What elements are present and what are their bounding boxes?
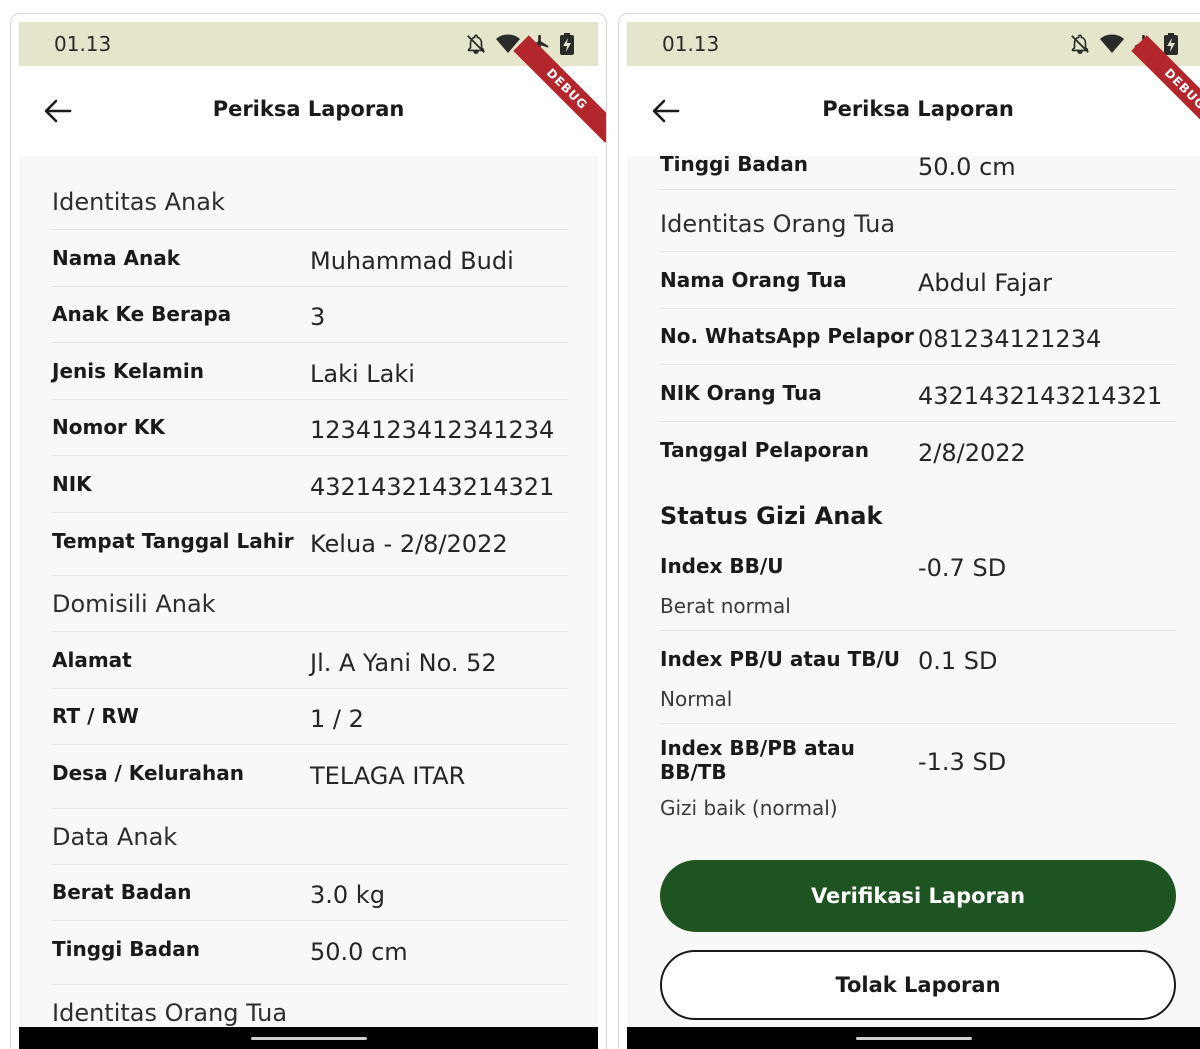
row-value: 3 bbox=[310, 303, 326, 332]
row-label: Nama Anak bbox=[52, 245, 181, 270]
detail-row: Nama Anak Muhammad Budi bbox=[52, 230, 568, 287]
home-gesture-handle[interactable] bbox=[855, 1037, 972, 1040]
battery-charging-icon bbox=[1164, 33, 1178, 55]
page-title: Periksa Laporan bbox=[822, 97, 1014, 121]
row-label: NIK bbox=[52, 471, 92, 496]
section-title-data-anak: Data Anak bbox=[52, 809, 568, 865]
section-title-identitas-orang-tua: Identitas Orang Tua bbox=[660, 196, 1176, 252]
row-label: Berat Badan bbox=[52, 880, 192, 905]
system-navigation-bar bbox=[627, 1027, 1200, 1049]
detail-row: Jenis Kelamin Laki Laki bbox=[52, 343, 568, 400]
index-description: Berat normal bbox=[660, 594, 791, 618]
row-label: Tinggi Badan bbox=[660, 156, 808, 176]
detail-row: Nomor KK 1234123412341234 bbox=[52, 400, 568, 456]
row-value: Kelua - 2/8/2022 bbox=[310, 529, 508, 558]
page-title: Periksa Laporan bbox=[212, 97, 405, 121]
notifications-off-icon bbox=[1071, 34, 1089, 54]
detail-row: NIK Orang Tua 4321432143214321 bbox=[660, 365, 1176, 422]
row-value: TELAGA ITAR bbox=[310, 762, 466, 791]
home-gesture-handle[interactable] bbox=[250, 1037, 367, 1040]
detail-row: Tinggi Badan 50.0 cm bbox=[52, 921, 568, 978]
row-value: Abdul Fajar bbox=[918, 268, 1052, 297]
status-bar: 01.13 bbox=[627, 22, 1200, 66]
detail-row: NIK 4321432143214321 bbox=[52, 456, 568, 513]
section-title-identitas-orang-tua: Identitas Orang Tua bbox=[52, 985, 568, 1030]
row-value: 1 / 2 bbox=[310, 705, 364, 734]
index-value: 0.1 SD bbox=[918, 647, 998, 675]
row-value: 3.0 kg bbox=[310, 881, 385, 910]
nutrition-index-item: Index BB/PB atau BB/TB -1.3 SD Gizi baik … bbox=[660, 724, 1176, 832]
detail-row: Berat Badan 3.0 kg bbox=[52, 865, 568, 921]
row-label: Nama Orang Tua bbox=[660, 267, 847, 292]
wifi-icon bbox=[1100, 34, 1124, 53]
detail-row: Anak Ke Berapa 3 bbox=[52, 287, 568, 343]
nutrition-index-item: Index PB/U atau TB/U 0.1 SD Normal bbox=[660, 631, 1176, 724]
battery-charging-icon bbox=[560, 33, 574, 55]
row-label: Tinggi Badan bbox=[52, 937, 200, 962]
detail-row: Alamat Jl. A Yani No. 52 bbox=[52, 632, 568, 689]
report-details[interactable]: Identitas Anak Nama Anak Muhammad Budi An… bbox=[19, 156, 598, 1029]
row-label: Alamat bbox=[52, 647, 132, 672]
system-navigation-bar bbox=[19, 1027, 598, 1049]
index-value: -0.7 SD bbox=[918, 554, 1007, 582]
detail-row: No. WhatsApp Pelapor 081234121234 bbox=[660, 309, 1176, 365]
detail-row: Tanggal Pelaporan 2/8/2022 bbox=[660, 422, 1176, 479]
report-details[interactable]: Tinggi Badan 50.0 cm Identitas Orang Tua … bbox=[627, 156, 1200, 1029]
status-time: 01.13 bbox=[662, 32, 720, 56]
app-bar: Periksa Laporan DEBUG bbox=[19, 35, 606, 156]
index-label: Index BB/U bbox=[660, 554, 784, 578]
detail-row: Tempat Tanggal Lahir Kelua - 2/8/2022 bbox=[52, 513, 568, 570]
status-gizi-title: Status Gizi Anak bbox=[660, 502, 883, 530]
row-label: Tanggal Pelaporan bbox=[660, 437, 869, 462]
phone-screen-left: 01.13 Periksa Laporan DEBUG Identitas An… bbox=[10, 13, 607, 1049]
reject-report-button[interactable]: Tolak Laporan bbox=[660, 950, 1176, 1020]
section-divider bbox=[52, 978, 568, 985]
row-value: 081234121234 bbox=[918, 325, 1102, 354]
row-value: 50.0 cm bbox=[310, 938, 408, 967]
row-value: 1234123412341234 bbox=[310, 416, 555, 445]
row-label: No. WhatsApp Pelapor bbox=[660, 324, 914, 349]
app-bar: Periksa Laporan DEBUG bbox=[627, 35, 1200, 156]
row-label: Desa / Kelurahan bbox=[52, 761, 244, 786]
row-value: 4321432143214321 bbox=[918, 381, 1163, 410]
section-title-domisili-anak: Domisili Anak bbox=[52, 576, 568, 632]
index-label: Index PB/U atau TB/U bbox=[660, 647, 901, 671]
index-value: -1.3 SD bbox=[918, 748, 1007, 776]
detail-row: Nama Orang Tua Abdul Fajar bbox=[660, 252, 1176, 309]
row-value: Jl. A Yani No. 52 bbox=[310, 648, 497, 677]
section-divider bbox=[52, 802, 568, 809]
row-label: NIK Orang Tua bbox=[660, 380, 822, 405]
phone-screen-right: 01.13 Periksa Laporan DEBUG Tinggi Badan… bbox=[618, 13, 1200, 1049]
verify-report-button[interactable]: Verifikasi Laporan bbox=[660, 860, 1176, 932]
detail-row: Tinggi Badan 50.0 cm bbox=[660, 156, 1176, 190]
index-label: Index BB/PB atau BB/TB bbox=[660, 736, 855, 784]
row-label: Jenis Kelamin bbox=[52, 358, 204, 383]
row-label: Anak Ke Berapa bbox=[52, 302, 232, 327]
detail-row: Desa / Kelurahan TELAGA ITAR bbox=[52, 745, 568, 802]
report-detail-list: Tinggi Badan 50.0 cm Identitas Orang Tua … bbox=[660, 156, 1176, 1020]
status-time: 01.13 bbox=[54, 32, 112, 56]
section-title-identitas-anak: Identitas Anak bbox=[52, 174, 568, 230]
index-description: Gizi baik (normal) bbox=[660, 796, 838, 820]
row-value: 4321432143214321 bbox=[310, 472, 555, 501]
report-detail-list: Identitas Anak Nama Anak Muhammad Budi An… bbox=[52, 174, 568, 1029]
status-bar: 01.13 bbox=[19, 22, 598, 66]
row-label: Tempat Tanggal Lahir bbox=[52, 528, 294, 553]
nutrition-index-item: Index BB/U -0.7 SD Berat normal bbox=[660, 538, 1176, 631]
row-value: 50.0 cm bbox=[918, 156, 1016, 181]
index-description: Normal bbox=[660, 687, 733, 711]
row-label: Nomor KK bbox=[52, 415, 165, 440]
row-value: Muhammad Budi bbox=[310, 246, 514, 275]
detail-row: RT / RW 1 / 2 bbox=[52, 689, 568, 745]
row-value: 2/8/2022 bbox=[918, 438, 1026, 467]
row-value: Laki Laki bbox=[310, 359, 415, 388]
row-label: RT / RW bbox=[52, 704, 139, 729]
notifications-off-icon bbox=[467, 34, 485, 54]
section-divider bbox=[52, 569, 568, 576]
